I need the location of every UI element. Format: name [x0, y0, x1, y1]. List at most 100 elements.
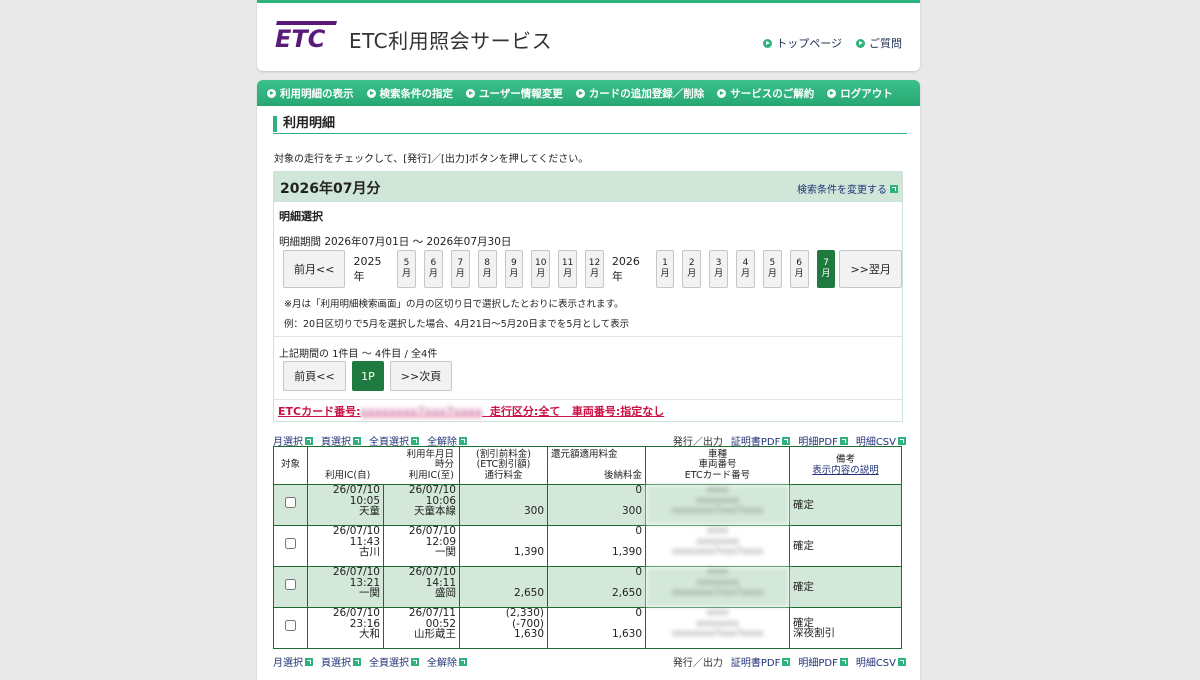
year-label-2026: 2026年: [611, 254, 640, 283]
table-row: 26/07/10 13:21 一関 26/07/10 14:11 盛岡 2,650 0 …: [273, 566, 902, 608]
divider: [274, 336, 902, 337]
month-button-2025-05[interactable]: 5月: [397, 250, 416, 288]
top-page-link[interactable]: トップページ: [763, 35, 842, 51]
month-button-2026-02[interactable]: 2月: [682, 250, 702, 288]
external-link-icon: [459, 436, 467, 445]
nav-logout[interactable]: ログアウト: [827, 86, 893, 101]
masked-vehicle-info: xxxx xxxxxxxx xxxxxxxx7xxx7xxxx: [645, 484, 790, 526]
site-header: ETC ETC利用照会サービス トップページ ご質問: [257, 0, 920, 71]
col-vehicle: 車種 車両番号 ETCカード番号: [645, 446, 790, 485]
month-button-2025-12[interactable]: 12 月: [585, 250, 604, 288]
month-button-2026-03[interactable]: 3月: [709, 250, 729, 288]
external-link-icon: [782, 436, 791, 445]
select-month-link[interactable]: 月選択: [273, 654, 313, 669]
selection-panel: 2026年07月分 検索条件を変更する 明細選択 明細期間 2026年07月01…: [273, 171, 903, 422]
external-link-icon: [890, 184, 898, 193]
external-link-icon: [411, 657, 419, 666]
page-title: 利用明細: [273, 116, 915, 132]
svg-text:ETC: ETC: [275, 25, 326, 51]
month-button-2025-09[interactable]: 9月: [504, 250, 524, 288]
issue-output-label: 発行／出力: [672, 658, 723, 669]
row-checkbox[interactable]: [285, 579, 296, 590]
table-row: 26/07/10 11:43 古川 26/07/10 12:09 一関 1,390 0 …: [273, 525, 902, 567]
result-range: 上記期間の 1件目 ～ 4件目 / 全4件: [279, 349, 438, 360]
arrow-right-icon: [466, 88, 475, 98]
title-divider: [273, 133, 907, 134]
month-button-2025-07[interactable]: 7月: [450, 250, 470, 288]
year-label-2025: 2025年: [353, 254, 382, 283]
period-text: 明細期間 2026年07月01日 ～ 2026年07月30日: [279, 236, 512, 248]
arrow-right-icon: [827, 88, 837, 98]
next-month-button[interactable]: >>翌月: [839, 250, 902, 288]
month-note: ※月は「利用明細検索画面」の月の区切り日で選択したとおりに表示されます。: [284, 299, 624, 310]
selection-subheading: 明細選択: [279, 210, 323, 223]
filter-summary-link[interactable]: ETCカード番号:xxxxxxxx7xxx7xxxx 走行区分:全て 車両番号:…: [278, 403, 664, 419]
month-button-2026-05[interactable]: 5月: [762, 250, 782, 288]
prev-page-button[interactable]: 前頁<<: [283, 361, 346, 391]
etc-logo[interactable]: ETC: [273, 17, 343, 51]
col-date-ic: 利用年月日 時分 利用IC(自) 利用IC(至): [307, 446, 460, 485]
select-page-link[interactable]: 頁選択: [321, 654, 361, 669]
instruction-text: 対象の走行をチェックして、[発行]／[出力]ボタンを押してください。: [274, 154, 589, 165]
nav-card-management[interactable]: カードの追加登録／削除: [575, 86, 704, 101]
col-refund: 還元額適用料金 後納料金: [547, 446, 646, 485]
external-link-icon: [459, 657, 467, 666]
table-row: 26/07/10 10:05 天童 26/07/10 10:06 天童本線 300 0 …: [273, 484, 902, 526]
main-panel: 利用明細の表示 検索条件の指定 ユーザー情報変更 カードの追加登録／削除 サービ…: [257, 80, 920, 680]
row-checkbox[interactable]: [285, 538, 296, 549]
month-button-2026-01[interactable]: 1月: [655, 250, 675, 288]
certificate-pdf-link[interactable]: 証明書PDF: [731, 654, 791, 669]
month-button-2026-04[interactable]: 4月: [736, 250, 755, 288]
details-csv-link[interactable]: 明細CSV: [856, 654, 906, 669]
selection-header: 2026年07月分 検索条件を変更する: [274, 172, 902, 202]
external-link-icon: [411, 436, 419, 445]
arrow-right-icon: [575, 88, 585, 98]
external-link-icon: [898, 436, 906, 445]
col-remarks: 備考 表示内容の説明: [789, 446, 902, 485]
external-link-icon: [782, 657, 791, 666]
table-row: 26/07/10 23:16 大和 26/07/11 00:52 山形蔵王 (2,330…: [273, 607, 902, 649]
external-link-icon: [305, 436, 313, 445]
arrow-right-icon: [856, 38, 865, 48]
arrow-right-icon: [366, 88, 376, 98]
change-search-link[interactable]: 検索条件を変更する: [797, 181, 898, 196]
month-button-2025-06[interactable]: 6月: [423, 250, 443, 288]
month-button-2025-08[interactable]: 8月: [477, 250, 497, 288]
selected-month: 2026年07月分: [280, 181, 381, 197]
row-checkbox[interactable]: [285, 497, 296, 508]
page-1-button[interactable]: 1P: [352, 361, 384, 391]
external-link-icon: [353, 436, 361, 445]
action-bar-bottom: 月選択 頁選択 全頁選択 全解除 発行／出力 証明書PDF 明細PDF 明細CS…: [273, 654, 906, 669]
external-link-icon: [898, 657, 906, 666]
clear-all-link[interactable]: 全解除: [427, 654, 467, 669]
external-link-icon: [839, 657, 848, 666]
external-link-icon: [839, 436, 848, 445]
pagination: 前頁<< 1P >>次頁: [283, 361, 452, 391]
details-pdf-link[interactable]: 明細PDF: [798, 654, 848, 669]
arrow-right-icon: [717, 88, 727, 98]
col-target: 対象: [273, 446, 308, 485]
month-button-2025-10[interactable]: 10 月: [531, 250, 551, 288]
month-button-2026-07[interactable]: 7月: [816, 250, 836, 288]
month-button-2026-06[interactable]: 6月: [789, 250, 809, 288]
masked-vehicle-info: xxxx xxxxxxxx xxxxxxxx7xxx7xxxx: [645, 566, 790, 608]
masked-vehicle-info: xxxx xxxxxxxx xxxxxxxx7xxx7xxxx: [645, 525, 790, 567]
month-selector: 前月<< 2025年 5月 6月 7月 8月 9月 10 月 11 月 12 月 20…: [283, 250, 902, 288]
site-title: ETC利用照会サービス: [349, 29, 553, 53]
remarks-explanation-link[interactable]: 表示内容の説明: [793, 465, 898, 477]
usage-table: 対象 利用年月日 時分 利用IC(自) 利用IC(至) (割引前料金) (ETC割…: [273, 446, 902, 649]
col-fee: (割引前料金) (ETC割引額) 通行料金: [459, 446, 548, 485]
faq-link[interactable]: ご質問: [856, 35, 902, 51]
prev-month-button[interactable]: 前月<<: [283, 250, 346, 288]
masked-card-number: xxxxxxxx7xxx7xxxx: [360, 405, 483, 418]
nav-cancel-service[interactable]: サービスのご解約: [717, 86, 814, 101]
nav-usage-details[interactable]: 利用明細の表示: [267, 86, 354, 101]
nav-search-conditions[interactable]: 検索条件の指定: [366, 86, 453, 101]
month-button-2025-11[interactable]: 11 月: [558, 250, 578, 288]
nav-user-info[interactable]: ユーザー情報変更: [466, 86, 563, 101]
select-all-pages-link[interactable]: 全頁選択: [369, 654, 419, 669]
arrow-right-icon: [763, 38, 773, 48]
row-checkbox[interactable]: [285, 620, 296, 631]
next-page-button[interactable]: >>次頁: [390, 361, 452, 391]
table-header-row: 対象 利用年月日 時分 利用IC(自) 利用IC(至) (割引前料金) (ETC割…: [273, 446, 902, 485]
